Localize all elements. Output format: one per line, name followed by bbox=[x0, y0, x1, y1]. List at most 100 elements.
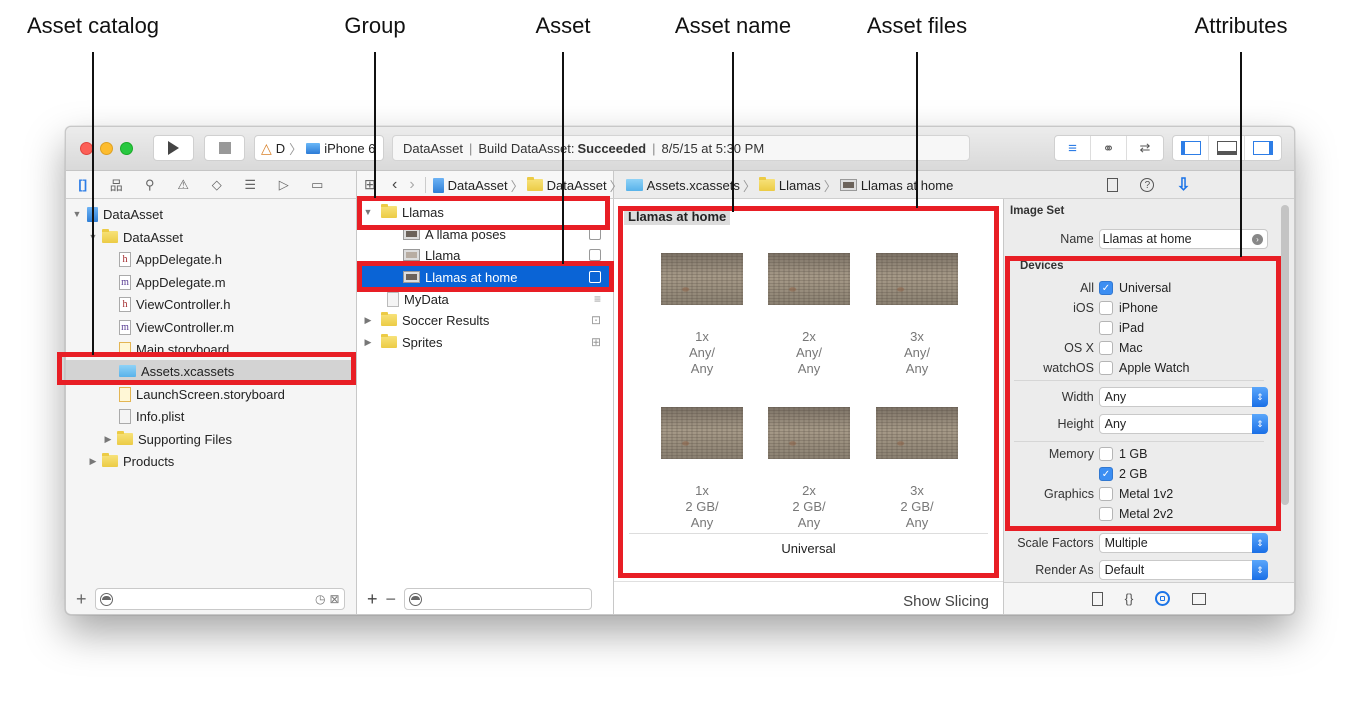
disclosure-open-icon: ▼ bbox=[72, 209, 82, 219]
hierarchy-icon: 品 bbox=[109, 178, 123, 193]
tree-item-file[interactable]: m ViewController.m bbox=[66, 316, 356, 338]
data-lines-icon: ≡ bbox=[593, 292, 601, 306]
code-snippet-library-tab[interactable]: {} bbox=[1125, 591, 1134, 606]
folder-bracket-icon: [] bbox=[78, 177, 88, 192]
disclosure-closed-icon: ▶ bbox=[364, 314, 372, 325]
folder-icon bbox=[117, 431, 133, 445]
updown-chevron-icon: ⇕ bbox=[1252, 533, 1268, 553]
add-icon[interactable]: + bbox=[76, 589, 87, 610]
breadcrumb-label: DataAsset bbox=[447, 177, 508, 193]
image-set-badge-icon bbox=[589, 249, 601, 261]
tree-item-file[interactable]: m AppDelegate.m bbox=[66, 271, 356, 293]
breadcrumb-asset-catalog[interactable]: Assets.xcassets bbox=[623, 178, 743, 193]
tree-item-file[interactable]: h AppDelegate.h bbox=[66, 248, 356, 270]
navigator-filter-input[interactable]: ◷ ⊠ bbox=[94, 588, 345, 610]
lines-icon: ≡ bbox=[1068, 139, 1077, 157]
remove-asset-icon[interactable]: − bbox=[386, 589, 397, 610]
symbol-navigator-tab[interactable]: 品 bbox=[100, 175, 134, 194]
project-navigator-tab[interactable]: [] bbox=[66, 177, 100, 192]
stop-button[interactable] bbox=[204, 135, 245, 161]
assistant-editor-button[interactable]: ⚭ bbox=[1091, 136, 1127, 160]
disclosure-closed-icon: ▶ bbox=[364, 336, 372, 347]
add-asset-icon[interactable]: + bbox=[367, 589, 378, 610]
tree-item-file[interactable]: Info.plist bbox=[66, 405, 356, 427]
tree-item-project[interactable]: ▼ DataAsset bbox=[66, 203, 356, 225]
version-editor-button[interactable]: ⇄ bbox=[1127, 136, 1163, 160]
tree-item-group[interactable]: ▶ Products bbox=[66, 450, 356, 472]
right-panel-icon bbox=[1253, 141, 1273, 155]
outline-item-label: Sprites bbox=[402, 334, 443, 350]
scheme-selector[interactable]: △ D 〉 iPhone 6 bbox=[254, 135, 384, 161]
scale-factors-popup[interactable]: Multiple ⇕ bbox=[1098, 533, 1268, 553]
toggle-utilities-button[interactable] bbox=[1245, 136, 1281, 160]
name-field[interactable]: Llamas at home › bbox=[1098, 229, 1268, 249]
scm-status-icon[interactable]: ⊠ bbox=[329, 592, 339, 606]
tree-item-file[interactable]: h ViewController.h bbox=[66, 293, 356, 315]
minimize-window-button[interactable] bbox=[100, 142, 113, 155]
callout-attributes: Attributes bbox=[1194, 13, 1288, 38]
highlight-group bbox=[357, 196, 610, 230]
leader-line bbox=[1240, 52, 1242, 257]
diamond-minus-icon: ◇ bbox=[211, 176, 222, 192]
scale-factors-value: Multiple bbox=[1104, 536, 1148, 550]
disclosure-closed-icon: ▶ bbox=[104, 433, 112, 444]
tree-item-group[interactable]: ▼ DataAsset bbox=[66, 226, 356, 248]
find-navigator-tab[interactable]: ⚲ bbox=[133, 177, 167, 193]
render-as-value: Default bbox=[1104, 563, 1145, 577]
media-library-tab[interactable] bbox=[1192, 592, 1207, 605]
stop-icon bbox=[218, 142, 231, 154]
activity-timestamp: 8/5/15 at 5:30 PM bbox=[661, 140, 765, 156]
breadcrumb-label: Llamas at home bbox=[860, 177, 954, 193]
file-inspector-tab[interactable] bbox=[1107, 177, 1119, 192]
go-arrow-icon[interactable]: › bbox=[1252, 233, 1263, 245]
source-file-icon: m bbox=[119, 274, 131, 290]
scale-factors-label: Scale Factors bbox=[1017, 536, 1094, 550]
outline-group[interactable]: ▶ Sprites ⊞ bbox=[357, 331, 613, 353]
zoom-window-button[interactable] bbox=[120, 142, 133, 155]
issue-navigator-tab[interactable]: ⚠ bbox=[167, 177, 201, 193]
tree-item-group[interactable]: ▶ Supporting Files bbox=[66, 428, 356, 450]
folder-icon bbox=[381, 312, 397, 326]
folder-icon bbox=[102, 229, 118, 243]
tree-item-label: ViewController.h bbox=[136, 296, 231, 312]
breadcrumb-group[interactable]: DataAsset bbox=[524, 177, 610, 193]
debug-navigator-tab[interactable]: ☰ bbox=[234, 177, 268, 193]
breakpoint-navigator-tab[interactable]: ▷ bbox=[267, 177, 301, 193]
editor-mode-segmented-control: ≡ ⚭ ⇄ bbox=[1054, 135, 1164, 161]
standard-editor-button[interactable]: ≡ bbox=[1055, 136, 1091, 160]
outline-filter-input[interactable] bbox=[404, 588, 593, 610]
toolbar: △ D 〉 iPhone 6 DataAsset | Build DataAss… bbox=[66, 127, 1294, 171]
tree-item-label: DataAsset bbox=[103, 206, 163, 222]
breadcrumb-project[interactable]: DataAsset bbox=[430, 177, 511, 193]
tree-item-file[interactable]: LaunchScreen.storyboard bbox=[66, 383, 356, 405]
breadcrumb-asset[interactable]: Llamas at home bbox=[837, 178, 957, 193]
back-chevron-icon[interactable]: ‹ bbox=[386, 176, 403, 194]
asset-outline: ⊞ ▼ Llamas A llama poses Llama Llamas at… bbox=[357, 171, 614, 614]
breadcrumb-folder[interactable]: Llamas bbox=[756, 177, 824, 193]
warning-icon: ⚠ bbox=[177, 176, 190, 192]
attributes-inspector-tab[interactable]: ⇩ bbox=[1176, 175, 1190, 195]
leader-line bbox=[916, 52, 918, 208]
run-button[interactable] bbox=[153, 135, 194, 161]
object-library-tab[interactable] bbox=[1155, 591, 1171, 606]
outline-group[interactable]: ▶ Soccer Results ⊡ bbox=[357, 309, 613, 331]
list-icon: ☰ bbox=[244, 176, 257, 192]
render-as-popup[interactable]: Default ⇕ bbox=[1098, 560, 1268, 580]
data-set-icon bbox=[387, 291, 399, 307]
show-slicing-button[interactable]: Show Slicing bbox=[903, 593, 989, 610]
activity-build-label: Build DataAsset: bbox=[478, 140, 575, 156]
leader-line bbox=[732, 52, 734, 212]
tree-item-label: DataAsset bbox=[123, 229, 183, 245]
quick-help-tab[interactable]: ? bbox=[1140, 177, 1155, 192]
toggle-navigator-button[interactable] bbox=[1173, 136, 1209, 160]
highlight-asset-catalog bbox=[57, 352, 356, 385]
callout-group: Group bbox=[344, 13, 406, 38]
forward-chevron-icon[interactable]: › bbox=[403, 176, 420, 194]
scale-factors-row: Scale Factors Multiple ⇕ bbox=[1004, 533, 1268, 553]
report-navigator-tab[interactable]: ▭ bbox=[301, 177, 335, 193]
test-navigator-tab[interactable]: ◇ bbox=[200, 177, 234, 193]
breadcrumb-label: Llamas bbox=[778, 177, 821, 193]
inspector-scrollbar[interactable] bbox=[1281, 205, 1289, 505]
recent-files-clock-icon[interactable]: ◷ bbox=[315, 592, 325, 606]
file-template-library-tab[interactable] bbox=[1091, 591, 1103, 606]
